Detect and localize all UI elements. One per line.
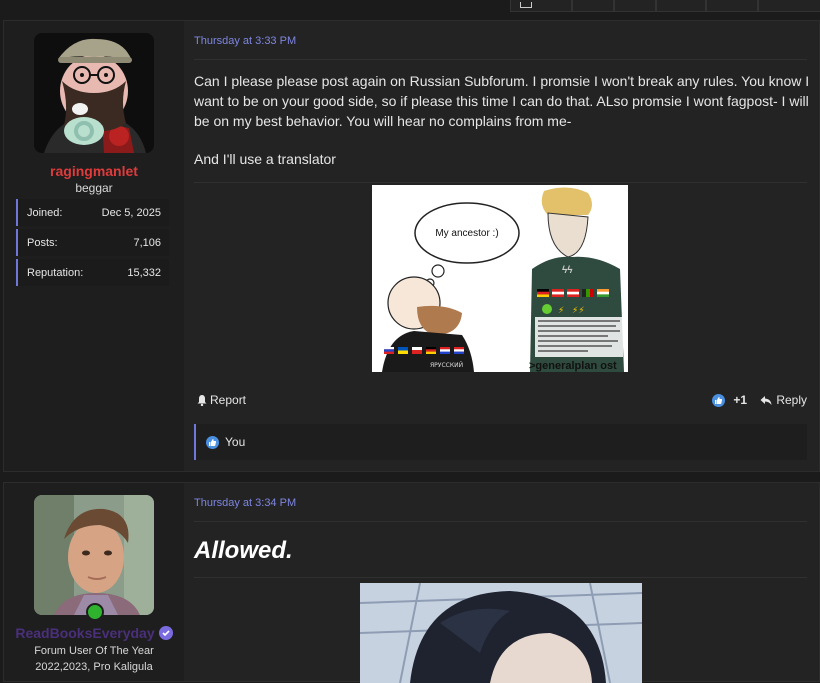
post-body: Can I please please post again on Russia…	[194, 71, 814, 169]
post-date[interactable]: Thursday at 3:33 PM	[194, 35, 296, 47]
bell-icon	[197, 395, 207, 406]
verified-badge-icon	[158, 626, 173, 641]
user-panel: ReadBooksEveryday Forum User Of The Year…	[4, 483, 184, 681]
like-count: +1	[733, 393, 747, 407]
stat-label: Posts:	[27, 236, 58, 249]
svg-text:ϟϟ: ϟϟ	[562, 265, 573, 276]
user-title: Forum User Of The Year 2022,2023, Pro Ka…	[34, 645, 154, 673]
like-button[interactable]: +1	[712, 393, 747, 407]
meme-image[interactable]: My ancestor :) ЯРУССКИЙ ϟϟ ⚡ ⚡⚡ >general…	[372, 185, 628, 372]
toolbar-button-6[interactable]	[758, 0, 820, 12]
reactions-users[interactable]: You	[225, 435, 245, 449]
divider	[194, 577, 807, 578]
top-toolbar	[0, 0, 820, 12]
svg-text:⚡⚡: ⚡⚡	[572, 306, 585, 316]
stat-value: 7,106	[133, 236, 161, 249]
reply-label: Reply	[776, 393, 807, 407]
toolbar-button-5[interactable]	[706, 0, 758, 12]
like-icon	[206, 435, 219, 449]
stat-posts: Posts: 7,106	[16, 229, 169, 256]
stat-value: 15,332	[127, 266, 161, 279]
post-paragraph: Can I please please post again on Russia…	[194, 73, 810, 129]
divider	[194, 521, 807, 522]
report-button[interactable]: Report	[196, 393, 246, 407]
stat-reputation: Reputation: 15,332	[16, 259, 169, 286]
username[interactable]: ragingmanlet	[4, 163, 184, 179]
post: ragingmanlet beggar Joined: Dec 5, 2025 …	[3, 20, 820, 472]
meme-bubble-text: My ancestor :)	[435, 228, 498, 239]
post: ReadBooksEveryday Forum User Of The Year…	[3, 482, 820, 683]
post-image[interactable]	[360, 583, 642, 683]
report-label: Report	[210, 393, 247, 407]
post-actions: Report +1 Reply	[194, 391, 807, 411]
toolbar-button-4[interactable]	[656, 0, 706, 12]
divider	[194, 182, 807, 183]
like-icon	[712, 393, 726, 407]
stat-joined: Joined: Dec 5, 2025	[16, 199, 169, 226]
online-status-dot	[86, 603, 104, 621]
reply-arrow-icon	[760, 395, 772, 405]
username[interactable]: ReadBooksEveryday	[4, 625, 184, 641]
user-panel: ragingmanlet beggar Joined: Dec 5, 2025 …	[4, 21, 184, 471]
divider	[194, 59, 807, 60]
stat-label: Reputation:	[27, 266, 84, 279]
svg-text:⚡: ⚡	[558, 306, 564, 316]
meme-caption: >generalplan ost	[529, 360, 617, 372]
toolbar-button-3[interactable]	[614, 0, 656, 12]
toolbar-buttons	[510, 0, 820, 12]
post-paragraph: And I'll use a translator	[194, 151, 336, 167]
user-title: beggar	[75, 181, 113, 195]
toolbar-button-2[interactable]	[572, 0, 614, 12]
stat-value: Dec 5, 2025	[101, 206, 161, 219]
stat-label: Joined:	[27, 206, 63, 219]
meme-shirt-text: ЯРУССКИЙ	[430, 362, 463, 369]
reactions-bar[interactable]: You	[194, 424, 807, 460]
post-title: Allowed.	[194, 537, 293, 564]
username-text: ReadBooksEveryday	[15, 625, 155, 641]
avatar[interactable]	[34, 33, 154, 153]
avatar[interactable]	[34, 495, 154, 615]
reply-button[interactable]: Reply	[760, 393, 807, 407]
toolbar-button-1[interactable]	[510, 0, 572, 12]
post-date[interactable]: Thursday at 3:34 PM	[194, 497, 296, 509]
toolbar-icon	[520, 2, 532, 8]
